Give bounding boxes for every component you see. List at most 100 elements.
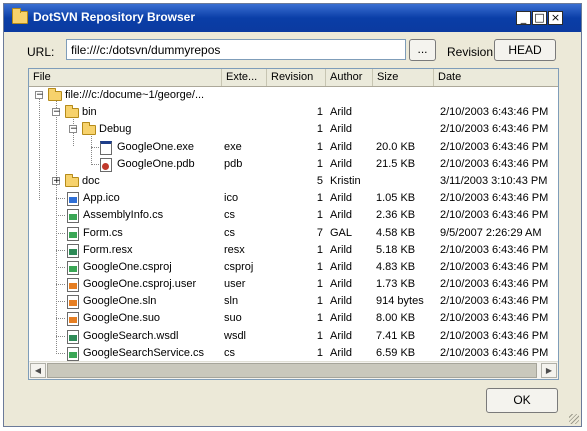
file-revision: 1 bbox=[316, 209, 323, 222]
table-row[interactable]: + doc 5 Kristin 3/11/2003 3:10:43 PM bbox=[29, 173, 558, 190]
table-row[interactable]: − file:///c:/docume~1/george/... bbox=[29, 87, 558, 104]
cs-file-icon bbox=[67, 209, 79, 224]
file-extension: sln bbox=[224, 295, 239, 308]
head-revision-button[interactable]: HEAD bbox=[494, 39, 556, 61]
file-extension bbox=[224, 104, 269, 121]
table-row[interactable]: GoogleOne.sln sln 1 Arild 914 bytes 2/10… bbox=[29, 293, 558, 310]
table-row[interactable]: AssemblyInfo.cs cs 1 Arild 2.36 KB 2/10/… bbox=[29, 207, 558, 224]
file-author: Arild bbox=[330, 312, 353, 325]
table-row[interactable]: GoogleOne.suo suo 1 Arild 8.00 KB 2/10/2… bbox=[29, 310, 558, 327]
file-revision: 7 bbox=[316, 226, 323, 239]
file-size: 4.83 KB bbox=[376, 260, 416, 273]
file-author: Arild bbox=[330, 346, 353, 359]
table-row[interactable]: GoogleOne.csproj.user user 1 Arild 1.73 … bbox=[29, 276, 558, 293]
collapse-icon[interactable]: − bbox=[35, 91, 44, 100]
collapse-icon[interactable]: − bbox=[52, 108, 61, 117]
table-row[interactable]: GoogleOne.csproj csproj 1 Arild 4.83 KB … bbox=[29, 259, 558, 276]
file-revision: 1 bbox=[316, 123, 323, 136]
file-author: Arild bbox=[330, 192, 353, 205]
file-revision: 1 bbox=[316, 157, 323, 170]
file-name: Debug bbox=[99, 123, 132, 136]
repository-browser-window: DotSVN Repository Browser _ □ × URL: ...… bbox=[3, 3, 582, 427]
column-header-date[interactable]: Date bbox=[434, 69, 558, 86]
file-name: doc bbox=[82, 174, 100, 187]
file-author: Arild bbox=[330, 140, 353, 153]
file-name: App.ico bbox=[83, 192, 120, 205]
file-date: 2/10/2003 6:43:46 PM bbox=[440, 346, 549, 359]
file-extension: pdb bbox=[224, 157, 243, 170]
list-rows: − file:///c:/docume~1/george/... − bin 1… bbox=[29, 87, 558, 362]
horizontal-scrollbar[interactable]: ◀ ▶ bbox=[29, 361, 558, 379]
table-row[interactable]: GoogleSearch.wsdl wsdl 1 Arild 7.41 KB 2… bbox=[29, 328, 558, 345]
column-header-file[interactable]: File bbox=[29, 69, 222, 86]
file-author: Kristin bbox=[330, 174, 361, 187]
file-revision: 1 bbox=[316, 278, 323, 291]
file-name: GoogleOne.csproj.user bbox=[83, 278, 197, 291]
maximize-button[interactable]: □ bbox=[532, 11, 547, 25]
file-size: 8.00 KB bbox=[376, 312, 416, 325]
file-name: bin bbox=[82, 106, 97, 119]
file-extension bbox=[224, 173, 269, 190]
file-list[interactable]: File Exte... Revision Author Size Date −… bbox=[28, 68, 559, 380]
table-row[interactable]: Form.resx resx 1 Arild 5.18 KB 2/10/2003… bbox=[29, 242, 558, 259]
file-size: 5.18 KB bbox=[376, 243, 416, 256]
table-row[interactable]: − bin 1 Arild 2/10/2003 6:43:46 PM bbox=[29, 104, 558, 121]
file-revision: 1 bbox=[316, 192, 323, 205]
file-date: 2/10/2003 6:43:46 PM bbox=[440, 106, 549, 119]
scroll-right-icon[interactable]: ▶ bbox=[541, 363, 557, 378]
file-name: GoogleSearch.wsdl bbox=[83, 329, 179, 342]
file-author: Arild bbox=[330, 260, 353, 273]
file-name: GoogleOne.csproj bbox=[83, 260, 172, 273]
file-extension: cs bbox=[224, 226, 235, 239]
file-date: 2/10/2003 6:43:46 PM bbox=[440, 157, 549, 170]
file-name: AssemblyInfo.cs bbox=[83, 209, 164, 222]
file-size bbox=[376, 104, 434, 121]
suo-file-icon bbox=[67, 312, 79, 327]
cs-file-icon bbox=[67, 226, 79, 241]
table-row[interactable]: − Debug 1 Arild 2/10/2003 6:43:46 PM bbox=[29, 121, 558, 138]
table-row[interactable]: Form.cs cs 7 GAL 4.58 KB 9/5/2007 2:26:2… bbox=[29, 225, 558, 242]
title-bar[interactable]: DotSVN Repository Browser _ □ × bbox=[4, 4, 581, 32]
user-file-icon bbox=[67, 278, 79, 293]
scrollbar-thumb[interactable] bbox=[47, 363, 537, 378]
expand-icon[interactable]: + bbox=[52, 176, 61, 185]
resize-grip-icon[interactable] bbox=[569, 414, 579, 424]
file-name: file:///c:/docume~1/george/... bbox=[65, 89, 205, 101]
file-name: GoogleOne.exe bbox=[117, 140, 195, 153]
scroll-left-icon[interactable]: ◀ bbox=[30, 363, 46, 378]
column-header-extension[interactable]: Exte... bbox=[222, 69, 267, 86]
file-extension: suo bbox=[224, 312, 242, 325]
file-date: 2/10/2003 6:43:46 PM bbox=[440, 295, 549, 308]
file-size: 2.36 KB bbox=[376, 209, 416, 222]
exe-file-icon bbox=[100, 140, 112, 155]
file-date: 2/10/2003 6:43:46 PM bbox=[440, 243, 549, 256]
ico-file-icon bbox=[67, 192, 79, 207]
file-date: 2/10/2003 6:43:46 PM bbox=[440, 209, 549, 222]
file-size: 6.59 KB bbox=[376, 346, 416, 359]
table-row[interactable]: GoogleOne.pdb pdb 1 Arild 21.5 KB 2/10/2… bbox=[29, 156, 558, 173]
file-revision: 1 bbox=[316, 260, 323, 273]
file-date: 2/10/2003 6:43:46 PM bbox=[440, 260, 549, 273]
column-header-revision[interactable]: Revision bbox=[267, 69, 326, 86]
column-header-size[interactable]: Size bbox=[373, 69, 434, 86]
url-label: URL: bbox=[27, 45, 55, 59]
table-row[interactable]: GoogleSearchService.cs cs 1 Arild 6.59 K… bbox=[29, 345, 558, 362]
file-extension: csproj bbox=[224, 260, 254, 273]
file-size: 4.58 KB bbox=[376, 226, 416, 239]
close-button[interactable]: × bbox=[548, 11, 563, 25]
collapse-icon[interactable]: − bbox=[69, 125, 78, 134]
table-row[interactable]: App.ico ico 1 Arild 1.05 KB 2/10/2003 6:… bbox=[29, 190, 558, 207]
minimize-button[interactable]: _ bbox=[516, 11, 531, 25]
file-revision: 1 bbox=[316, 243, 323, 256]
sln-file-icon bbox=[67, 295, 79, 310]
file-size: 21.5 KB bbox=[376, 157, 416, 170]
file-extension: cs bbox=[224, 209, 235, 222]
browse-button[interactable]: ... bbox=[409, 39, 436, 61]
url-input[interactable] bbox=[66, 39, 406, 60]
file-author: Arild bbox=[330, 278, 353, 291]
column-header-author[interactable]: Author bbox=[326, 69, 373, 86]
ok-button[interactable]: OK bbox=[486, 388, 558, 413]
table-row[interactable]: GoogleOne.exe exe 1 Arild 20.0 KB 2/10/2… bbox=[29, 139, 558, 156]
folder-icon bbox=[82, 122, 96, 136]
csproj-file-icon bbox=[67, 260, 79, 275]
